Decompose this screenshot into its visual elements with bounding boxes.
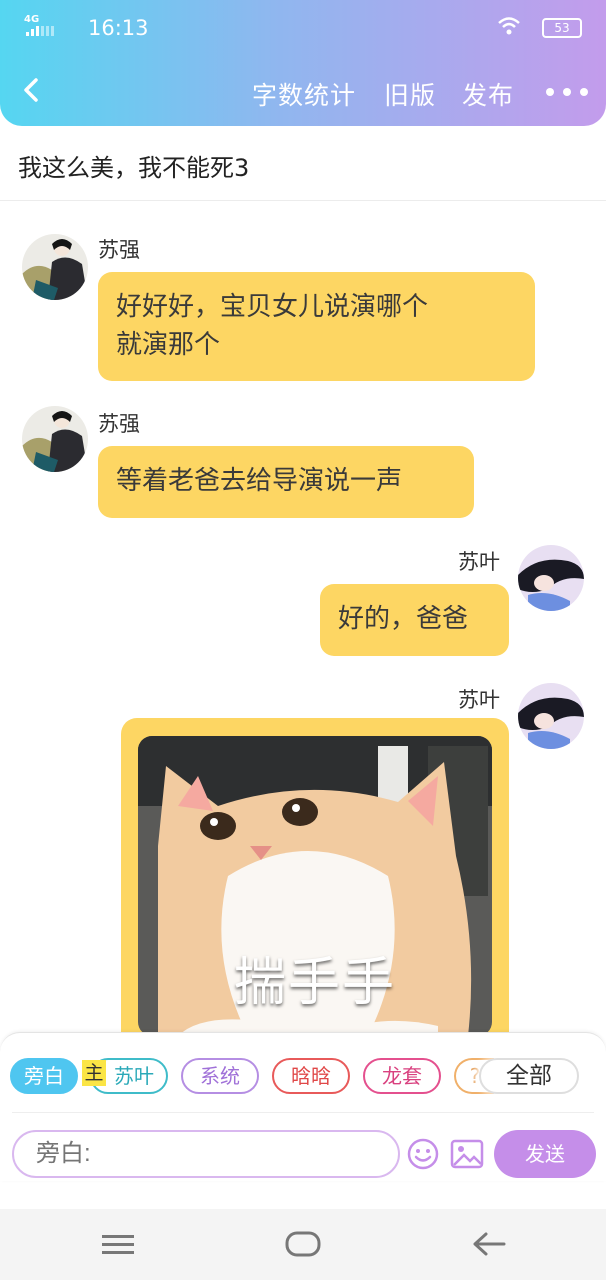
all-roles-button[interactable]: 全部 [479, 1058, 579, 1094]
role-chip-anan[interactable]: 晗晗 [272, 1058, 350, 1094]
message-text: 好的，爸爸 [338, 604, 469, 634]
wifi-icon [498, 17, 520, 35]
message-text-line: 就演那个 [116, 330, 221, 360]
message-text: 等着老爸去给导演说一声 [116, 466, 403, 496]
back-button[interactable] [16, 74, 48, 106]
sender-name: 苏强 [98, 238, 140, 262]
avatar-su-ye[interactable] [518, 683, 584, 749]
network-type: 4G [24, 14, 40, 25]
back-nav-icon[interactable] [472, 1231, 506, 1257]
message-input[interactable] [12, 1130, 400, 1178]
message-bubble[interactable]: 好的，爸爸 [320, 584, 509, 656]
publish-button[interactable]: 发布 [462, 76, 514, 112]
avatar-su-ye[interactable] [518, 545, 584, 611]
home-icon[interactable] [285, 1231, 321, 1257]
system-navigation-bar [0, 1209, 606, 1280]
sender-name: 苏叶 [458, 688, 500, 712]
top-header: 4G 16:13 53 字数统计 旧版 发布 [0, 0, 606, 126]
message-bubble[interactable]: 等着老爸去给导演说一声 [98, 446, 474, 518]
role-chip-system[interactable]: 系统 [181, 1058, 259, 1094]
battery-icon: 53 [542, 18, 582, 38]
more-button[interactable] [546, 88, 588, 96]
role-chip-narration[interactable]: 旁白 [10, 1058, 78, 1094]
avatar-su-qiang[interactable] [22, 234, 88, 300]
clock: 16:13 [88, 16, 149, 40]
more-dots-icon [546, 88, 554, 96]
emoji-icon[interactable] [406, 1137, 440, 1171]
story-title: 我这么美，我不能死3 [18, 154, 250, 182]
avatar-su-qiang[interactable] [22, 406, 88, 472]
sender-name: 苏叶 [458, 550, 500, 574]
status-bar: 4G 16:13 53 [24, 12, 582, 42]
image-icon[interactable] [450, 1139, 484, 1169]
send-button[interactable]: 发送 [494, 1130, 596, 1178]
story-title-bar: 我这么美，我不能死3 [0, 126, 606, 201]
sticker-caption: 揣手手 [233, 953, 396, 1013]
old-version-button[interactable]: 旧版 [384, 76, 436, 112]
role-chip-longtao[interactable]: 龙套 [363, 1058, 441, 1094]
menu-icon[interactable] [102, 1233, 134, 1257]
nav-bar: 字数统计 旧版 发布 [0, 66, 606, 116]
sticker-image[interactable]: 揣手手 [138, 736, 492, 1036]
message-text-line: 好好好，宝贝女儿说演哪个 [116, 292, 429, 322]
panel-divider [12, 1112, 594, 1113]
signal-icon [26, 26, 54, 36]
word-count-button[interactable]: 字数统计 [252, 76, 356, 112]
master-role-badge: 主 [82, 1060, 106, 1086]
sender-name: 苏强 [98, 412, 140, 436]
message-bubble[interactable]: 好好好，宝贝女儿说演哪个 就演那个 [98, 272, 535, 381]
